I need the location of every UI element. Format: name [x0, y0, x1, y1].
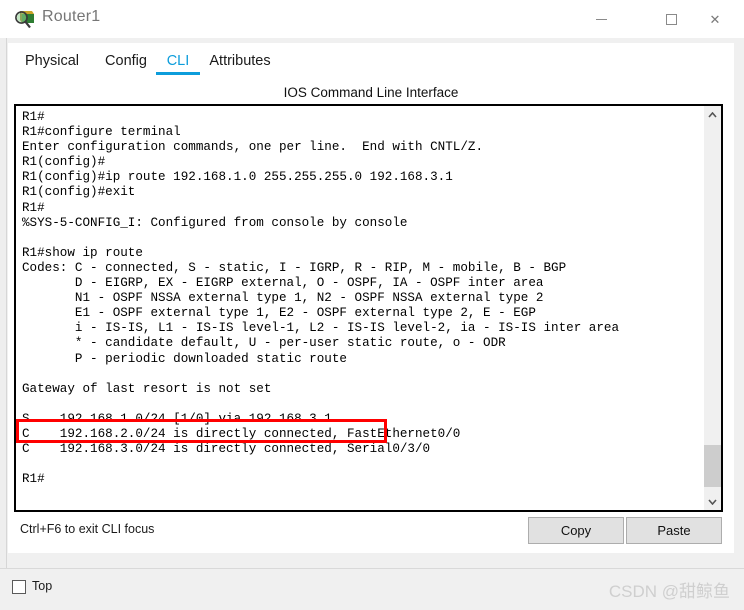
close-button[interactable]: ✕ [692, 0, 738, 38]
terminal-scrollbar[interactable] [703, 106, 721, 510]
inspect-magnifier-icon [14, 9, 36, 30]
tab-config-label: Config [105, 53, 147, 69]
tab-cli-label: CLI [166, 53, 190, 69]
top-checkbox-label: Top [32, 579, 53, 593]
tab-config[interactable]: Config [96, 43, 156, 79]
scroll-down-arrow-icon[interactable] [704, 493, 721, 510]
top-checkbox[interactable] [12, 580, 26, 594]
scroll-up-arrow-icon[interactable] [704, 106, 721, 123]
tab-physical[interactable]: Physical [16, 43, 88, 79]
close-icon: ✕ [709, 11, 721, 27]
paste-button-label: Paste [657, 523, 691, 538]
minimize-icon [595, 18, 607, 20]
maximize-button[interactable] [648, 0, 694, 38]
terminal-container: R1# R1#configure terminal Enter configur… [14, 104, 723, 512]
scrollbar-track[interactable] [704, 123, 721, 493]
cli-focus-hint: Ctrl+F6 to exit CLI focus [20, 522, 155, 536]
copy-button[interactable]: Copy [528, 517, 624, 544]
copy-button-label: Copy [560, 523, 592, 538]
tab-active-underline [156, 72, 200, 75]
tab-cli[interactable]: CLI [156, 43, 200, 79]
minimize-button[interactable] [578, 0, 624, 38]
window-titlebar: Router1 ✕ [0, 0, 744, 39]
watermark-text: CSDN @甜鲸鱼 [608, 582, 730, 601]
terminal-text: R1# R1#configure terminal Enter configur… [22, 110, 620, 487]
tab-attributes-label: Attributes [209, 53, 271, 69]
paste-button[interactable]: Paste [626, 517, 722, 544]
maximize-icon [665, 13, 677, 25]
tab-attributes[interactable]: Attributes [200, 43, 280, 79]
scrollbar-thumb[interactable] [704, 445, 721, 487]
tab-bar: Physical Config CLI Attributes [8, 43, 734, 79]
router-properties-window: Router1 ✕ Physical Config CLI Attributes… [0, 0, 744, 610]
terminal-output-area[interactable]: R1# R1#configure terminal Enter configur… [16, 106, 703, 510]
cli-header-title: IOS Command Line Interface [283, 85, 459, 100]
window-title: Router1 [42, 8, 101, 25]
window-footer: Top CSDN @甜鲸鱼 [0, 568, 744, 610]
window-left-edge [0, 38, 7, 568]
tab-physical-label: Physical [25, 53, 79, 69]
